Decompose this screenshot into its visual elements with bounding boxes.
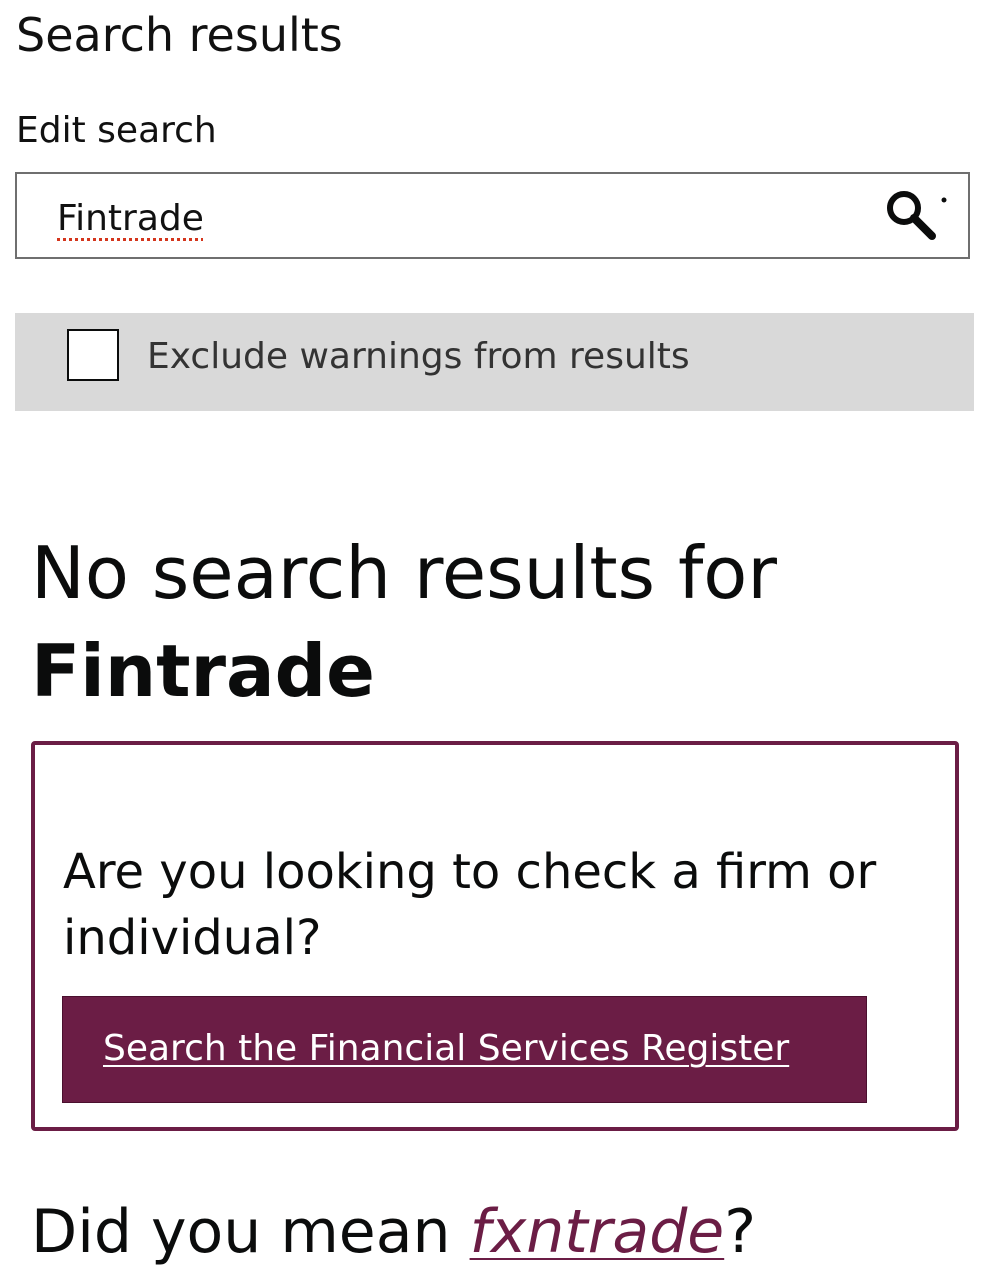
search-icon (887, 191, 947, 240)
exclude-warnings-checkbox[interactable] (67, 329, 119, 381)
edit-search-label: Edit search (16, 110, 217, 151)
callout-question: Are you looking to check a firm or indiv… (63, 844, 877, 966)
search-register-button-label[interactable]: Search the Financial Services Register (103, 1025, 789, 1073)
register-callout: Are you looking to check a firm or indiv… (31, 741, 959, 1131)
no-results-heading: No search results for Fintrade (31, 524, 777, 720)
did-you-mean-suffix: ? (724, 1197, 757, 1267)
search-button[interactable] (884, 188, 948, 244)
page: Search results Edit search Fintrade Excl… (0, 0, 989, 1280)
no-results-query: Fintrade (31, 629, 376, 713)
exclude-warnings-label[interactable]: Exclude warnings from results (147, 333, 690, 381)
search-input-box[interactable]: Fintrade (15, 172, 970, 259)
page-title: Search results (16, 8, 343, 62)
did-you-mean: Did you mean fxntrade? (31, 1192, 756, 1272)
search-input[interactable]: Fintrade (57, 194, 204, 244)
suggestion-link[interactable]: fxntrade (470, 1197, 725, 1267)
search-register-button[interactable]: Search the Financial Services Register (62, 996, 867, 1103)
did-you-mean-prefix: Did you mean (31, 1197, 470, 1267)
filter-bar: Exclude warnings from results (15, 313, 974, 411)
no-results-text: No search results for (31, 531, 777, 615)
